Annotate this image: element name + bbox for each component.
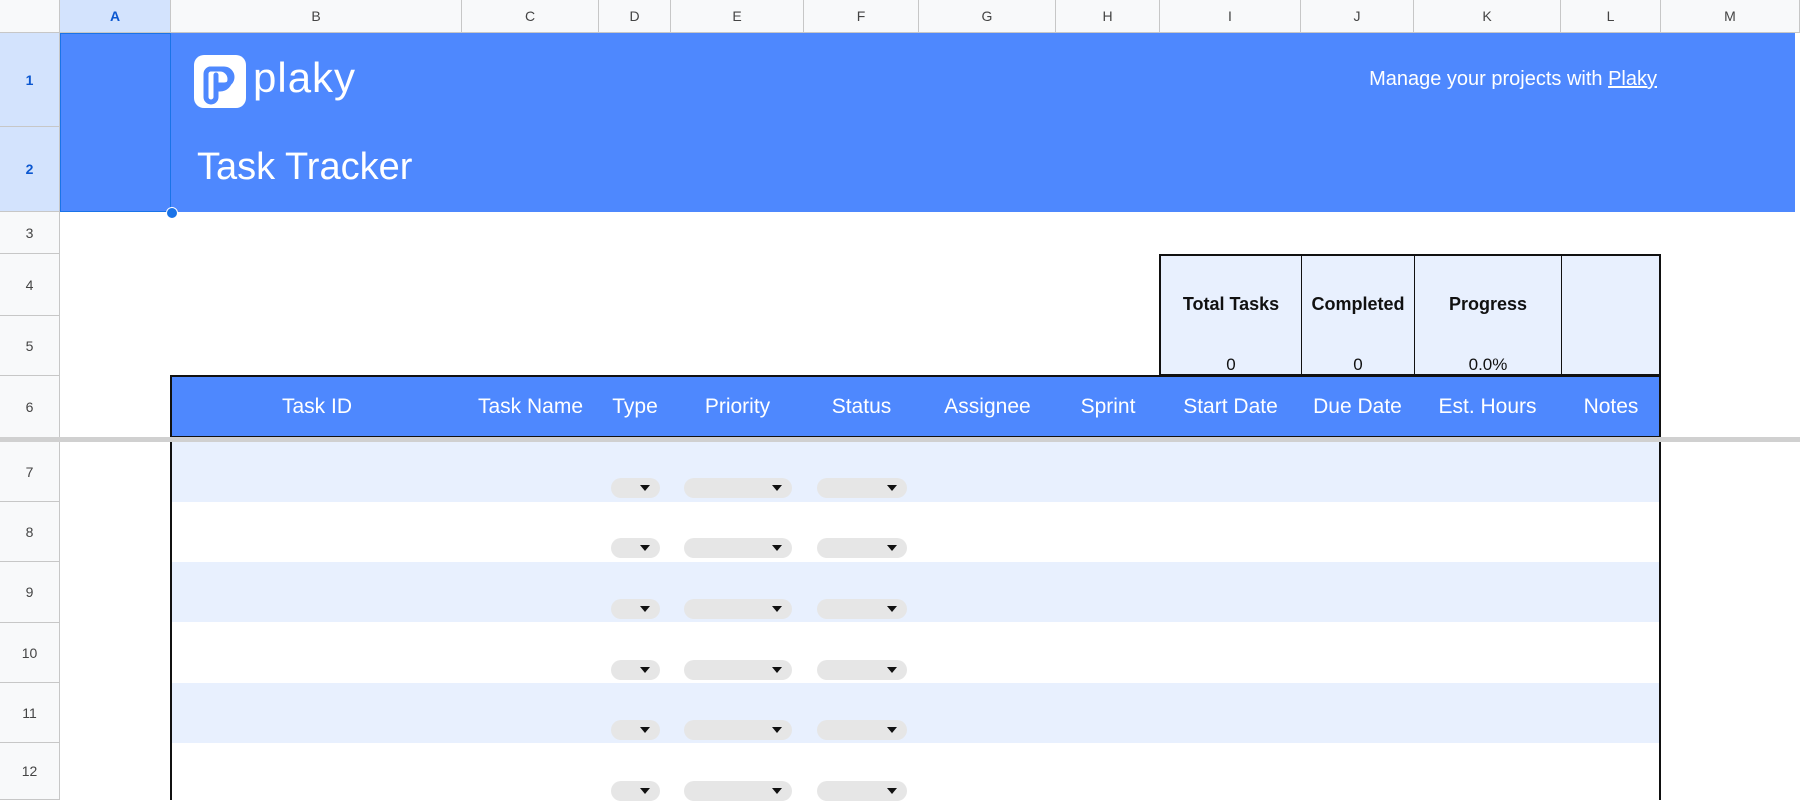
selected-cell-a1[interactable] — [60, 33, 171, 212]
column-header-d[interactable]: D — [599, 0, 671, 33]
column-header-b[interactable]: B — [171, 0, 462, 33]
header-est-hours[interactable]: Est. Hours — [1414, 377, 1561, 436]
header-priority[interactable]: Priority — [671, 377, 804, 436]
status-dropdown[interactable] — [817, 781, 907, 801]
type-dropdown[interactable] — [611, 538, 660, 558]
table-row[interactable] — [172, 442, 1659, 502]
stat-completed[interactable]: Completed 0 — [1302, 256, 1415, 374]
column-header-a[interactable]: A — [60, 0, 171, 33]
priority-dropdown[interactable] — [684, 478, 792, 498]
table-header: Task ID Task Name Type Priority Status A… — [170, 375, 1661, 438]
column-header-k[interactable]: K — [1414, 0, 1561, 33]
table-row[interactable] — [172, 623, 1659, 683]
status-dropdown[interactable] — [817, 660, 907, 680]
type-dropdown[interactable] — [611, 720, 660, 740]
column-header-m[interactable]: M — [1661, 0, 1800, 33]
row-header-8[interactable]: 8 — [0, 502, 60, 562]
header-task-id[interactable]: Task ID — [172, 377, 462, 436]
row-header-12[interactable]: 12 — [0, 743, 60, 800]
row-header-10[interactable]: 10 — [0, 623, 60, 683]
header-assignee[interactable]: Assignee — [919, 377, 1056, 436]
row-header-4[interactable]: 4 — [0, 254, 60, 316]
status-dropdown[interactable] — [817, 720, 907, 740]
stat-empty[interactable] — [1562, 256, 1659, 374]
stat-progress[interactable]: Progress 0.0% — [1415, 256, 1562, 374]
page-title: Task Tracker — [197, 146, 413, 188]
header-due-date[interactable]: Due Date — [1301, 377, 1414, 436]
select-all-corner[interactable] — [0, 0, 60, 33]
row-header-6[interactable]: 6 — [0, 376, 60, 438]
row-header-3[interactable]: 3 — [0, 212, 60, 254]
type-dropdown[interactable] — [611, 781, 660, 801]
table-row[interactable] — [172, 683, 1659, 743]
header-sprint[interactable]: Sprint — [1056, 377, 1160, 436]
plaky-logo-icon — [194, 55, 246, 108]
header-type[interactable]: Type — [599, 377, 671, 436]
priority-dropdown[interactable] — [684, 599, 792, 619]
priority-dropdown[interactable] — [684, 538, 792, 558]
tagline-text: Manage your projects with — [1369, 68, 1609, 90]
column-header-l[interactable]: L — [1561, 0, 1661, 33]
header-status[interactable]: Status — [804, 377, 919, 436]
column-header-c[interactable]: C — [462, 0, 599, 33]
status-dropdown[interactable] — [817, 599, 907, 619]
row-header-5[interactable]: 5 — [0, 316, 60, 376]
status-dropdown[interactable] — [817, 478, 907, 498]
row-header-9[interactable]: 9 — [0, 562, 60, 623]
priority-dropdown[interactable] — [684, 720, 792, 740]
header-start-date[interactable]: Start Date — [1160, 377, 1301, 436]
header-task-name[interactable]: Task Name — [462, 377, 599, 436]
status-dropdown[interactable] — [817, 538, 907, 558]
stat-progress-label: Progress — [1448, 294, 1528, 314]
table-row[interactable] — [172, 562, 1659, 622]
stat-total-tasks[interactable]: Total Tasks 0 — [1161, 256, 1302, 374]
task-table-body — [170, 442, 1661, 803]
stat-total-tasks-value: 0 — [1226, 355, 1236, 374]
plaky-logo-text: plaky — [253, 54, 357, 101]
row-header-1[interactable]: 1 — [0, 33, 60, 127]
table-row[interactable] — [172, 502, 1659, 562]
stat-completed-label: Completed — [1311, 294, 1405, 314]
summary-stats: Total Tasks 0 Completed 0 Progress 0.0% — [1159, 254, 1661, 376]
row-header-2[interactable]: 2 — [0, 127, 60, 212]
header-notes[interactable]: Notes — [1561, 377, 1661, 436]
type-dropdown[interactable] — [611, 478, 660, 498]
column-header-e[interactable]: E — [671, 0, 804, 33]
table-row[interactable] — [172, 743, 1659, 803]
column-header-j[interactable]: J — [1301, 0, 1414, 33]
type-dropdown[interactable] — [611, 599, 660, 619]
stat-progress-value: 0.0% — [1468, 355, 1508, 374]
priority-dropdown[interactable] — [684, 660, 792, 680]
priority-dropdown[interactable] — [684, 781, 792, 801]
column-header-f[interactable]: F — [804, 0, 919, 33]
stat-total-tasks-label: Total Tasks — [1182, 294, 1280, 314]
plaky-link[interactable]: Plaky — [1608, 68, 1657, 90]
row-header-7[interactable]: 7 — [0, 442, 60, 502]
stat-completed-value: 0 — [1353, 355, 1363, 374]
column-header-g[interactable]: G — [919, 0, 1056, 33]
row-header-11[interactable]: 11 — [0, 683, 60, 743]
column-header-i[interactable]: I — [1160, 0, 1301, 33]
fill-handle[interactable] — [166, 207, 178, 219]
type-dropdown[interactable] — [611, 660, 660, 680]
tagline: Manage your projects with Plaky — [1250, 68, 1657, 91]
column-header-h[interactable]: H — [1056, 0, 1160, 33]
